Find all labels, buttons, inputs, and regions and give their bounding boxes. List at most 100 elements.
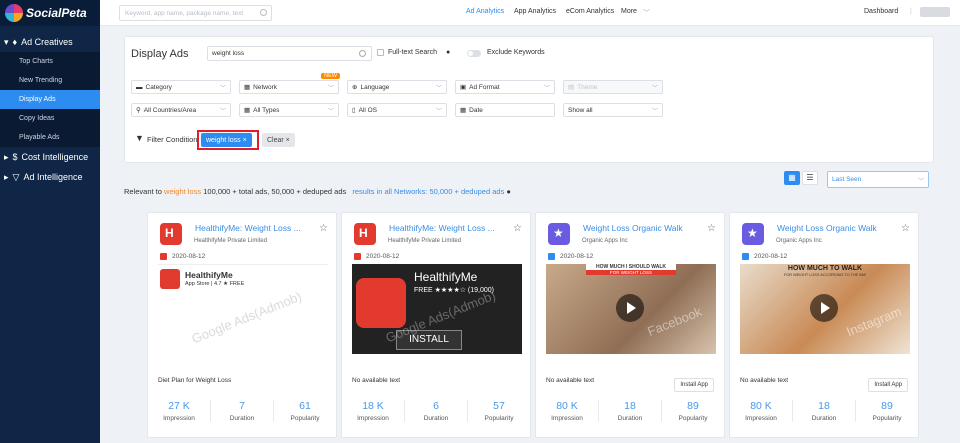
popularity-label: Popularity <box>678 415 708 422</box>
ad-title[interactable]: Weight Loss Organic Walk <box>583 223 713 233</box>
sidebar-group-label: Ad Creatives <box>21 37 73 47</box>
select-label: Language <box>360 83 390 91</box>
popularity-value: 61 <box>299 400 311 412</box>
ad-creative[interactable]: HOW MUCH I SHOULD WALK FOR WEIGHT LOSS F… <box>546 264 716 354</box>
os-select[interactable]: ▯ All OS ﹀ <box>347 103 447 117</box>
ad-date: 2020-08-12 <box>754 253 788 260</box>
app-icon <box>742 223 764 245</box>
date-picker[interactable]: ▦ Date <box>455 103 555 117</box>
ad-title[interactable]: Weight Loss Organic Walk <box>777 223 907 233</box>
ad-card[interactable]: HealthifyMe: Weight Loss ... ☆ Healthify… <box>341 212 531 438</box>
sort-select[interactable]: Last Seen ﹀ <box>827 171 929 188</box>
publisher: Organic Apps Inc <box>582 238 628 244</box>
chevron-down-icon: ﹀ <box>219 109 226 115</box>
language-select[interactable]: ⊕ Language ﹀ <box>347 80 447 94</box>
theme-icon: ▤ <box>568 84 575 91</box>
ad-creative[interactable]: HealthifyMe FREE ★★★★☆ (19,000) INSTALL … <box>352 264 522 354</box>
ad-format-select[interactable]: ▣ Ad Format ﹀ <box>455 80 555 94</box>
calendar-icon: ▦ <box>460 107 467 114</box>
sidebar-group-ad-creatives[interactable]: ▾ ♦ Ad Creatives <box>0 32 100 52</box>
app-icon <box>354 223 376 245</box>
results-summary: Relevant to weight loss 100,000 + total … <box>124 187 511 196</box>
sidebar-item-new-trending[interactable]: New Trending <box>0 71 100 90</box>
image-icon: ▣ <box>460 84 467 91</box>
search-icon <box>359 50 366 57</box>
creative-app-name: HealthifyMe <box>414 270 478 284</box>
sidebar-item-display-ads[interactable]: Display Ads <box>0 90 100 109</box>
sidebar-group-cost-intelligence[interactable]: ▸ $ Cost Intelligence <box>0 147 100 167</box>
ad-card[interactable]: Weight Loss Organic Walk ☆ Organic Apps … <box>535 212 725 438</box>
nav-app-analytics[interactable]: App Analytics <box>514 8 556 15</box>
logo[interactable]: SocialPeta <box>0 0 100 26</box>
list-view-icon[interactable]: ☰ <box>802 171 818 185</box>
country-select[interactable]: ⚲ All Countries/Area ﹀ <box>131 103 231 117</box>
network-select[interactable]: ▦ Network ﹀ NEW <box>239 73 340 94</box>
grid-view-icon[interactable]: ▦ <box>784 171 800 185</box>
favorite-star-icon[interactable]: ☆ <box>513 223 522 234</box>
ad-date: 2020-08-12 <box>366 253 400 260</box>
grid-icon: ▦ <box>244 107 251 114</box>
impression-value: 18 K <box>362 400 384 412</box>
nav-dashboard[interactable]: Dashboard <box>864 8 898 15</box>
ad-card[interactable]: HealthifyMe: Weight Loss ... ☆ Healthify… <box>147 212 337 438</box>
keyword-input[interactable]: weight loss <box>207 46 372 61</box>
html5-icon <box>160 253 167 260</box>
nav-ad-analytics[interactable]: Ad Analytics <box>466 8 504 15</box>
duration-label: Duration <box>617 415 643 422</box>
exclude-keywords-toggle[interactable] <box>467 50 481 57</box>
sidebar-item-top-charts[interactable]: Top Charts <box>0 52 100 71</box>
select-label: Category <box>145 83 172 91</box>
ad-card[interactable]: Weight Loss Organic Walk ☆ Organic Apps … <box>729 212 919 438</box>
sidebar-item-playable-ads[interactable]: Playable Ads <box>0 128 100 147</box>
filter-panel: Display Ads weight loss Full-text Search… <box>124 36 934 163</box>
duration-label: Duration <box>229 415 255 422</box>
creative-sub: FOR WEIGHT LOSS ACCORDING TO THE BMI <box>784 273 866 277</box>
sidebar-group-label: Cost Intelligence <box>21 152 89 162</box>
clear-filters-button[interactable]: Clear × <box>262 133 295 147</box>
sidebar-item-copy-ideas[interactable]: Copy Ideas <box>0 109 100 128</box>
install-app-button[interactable]: Install App <box>868 378 908 392</box>
ad-title[interactable]: HealthifyMe: Weight Loss ... <box>389 223 519 233</box>
chevron-down-icon: ﹀ <box>219 86 226 92</box>
sidebar-group-ad-intelligence[interactable]: ▸ ▽ Ad Intelligence <box>0 167 100 187</box>
fulltext-checkbox[interactable] <box>377 49 384 56</box>
theme-select[interactable]: ▤ Theme ﹀ <box>563 80 663 94</box>
dollar-icon: $ <box>12 152 18 162</box>
favorite-star-icon[interactable]: ☆ <box>901 223 910 234</box>
keyword-input-value: weight loss <box>212 50 245 57</box>
nav-more[interactable]: More <box>621 8 637 15</box>
popularity-value: 89 <box>881 400 893 412</box>
help-icon: ● <box>506 187 511 196</box>
impression-label: Impression <box>163 415 195 422</box>
chevron-down-icon: ﹀ <box>435 86 442 92</box>
impression-value: 80 K <box>556 400 578 412</box>
ad-creative[interactable]: HealthifyMe App Store | 4.7 ★ FREE Googl… <box>158 264 328 354</box>
duration-label: Duration <box>811 415 837 422</box>
divider: | <box>910 8 912 15</box>
filter-condition-label: Filter Condition <box>147 135 198 144</box>
caret-down-icon: ▾ <box>4 36 9 47</box>
category-icon: ▬ <box>136 83 143 91</box>
play-icon[interactable] <box>616 294 644 322</box>
network-results-link[interactable]: results in all Networks: 50,000 + dedupe… <box>352 187 504 196</box>
avatar[interactable] <box>920 7 950 17</box>
ad-title[interactable]: HealthifyMe: Weight Loss ... <box>195 223 325 233</box>
favorite-star-icon[interactable]: ☆ <box>319 223 328 234</box>
active-filter-tag[interactable]: weight loss × <box>201 133 252 147</box>
app-icon <box>548 223 570 245</box>
install-app-button[interactable]: Install App <box>674 378 714 392</box>
funnel-icon: ▽ <box>12 171 20 182</box>
watermark: Facebook <box>645 303 704 340</box>
global-search-input[interactable]: Keyword, app name, package name, text <box>119 5 272 21</box>
chevron-down-icon: ﹀ <box>651 86 658 92</box>
type-select[interactable]: ▦ All Types ﹀ <box>239 103 339 117</box>
app-icon <box>160 269 180 289</box>
play-icon[interactable] <box>810 294 838 322</box>
favorite-star-icon[interactable]: ☆ <box>707 223 716 234</box>
phone-icon: ▯ <box>352 107 356 114</box>
category-select[interactable]: ▬ Category ﹀ <box>131 80 231 94</box>
ad-creative[interactable]: HOW MUCH TO WALK FOR WEIGHT LOSS ACCORDI… <box>740 264 910 354</box>
nav-ecom-analytics[interactable]: eCom Analytics <box>566 8 614 15</box>
impression-label: Impression <box>745 415 777 422</box>
show-select[interactable]: Show all ﹀ <box>563 103 663 117</box>
